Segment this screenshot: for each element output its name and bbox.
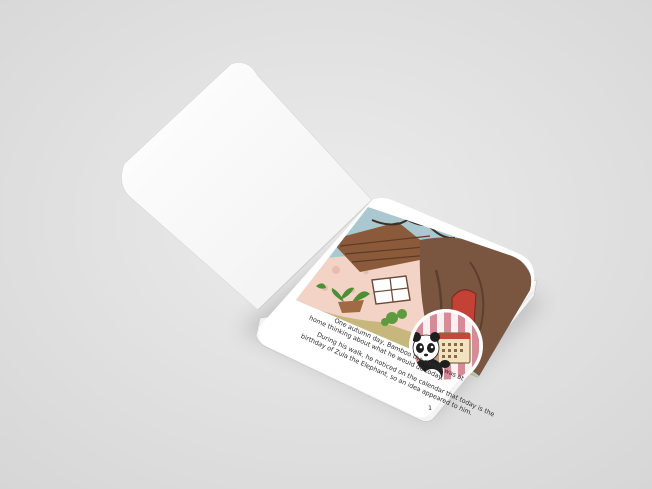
photo-scene: One autumn day, Bamboo the panda was at … xyxy=(0,0,652,489)
page-number: 1 xyxy=(428,404,432,412)
calendar-icon xyxy=(437,332,471,364)
